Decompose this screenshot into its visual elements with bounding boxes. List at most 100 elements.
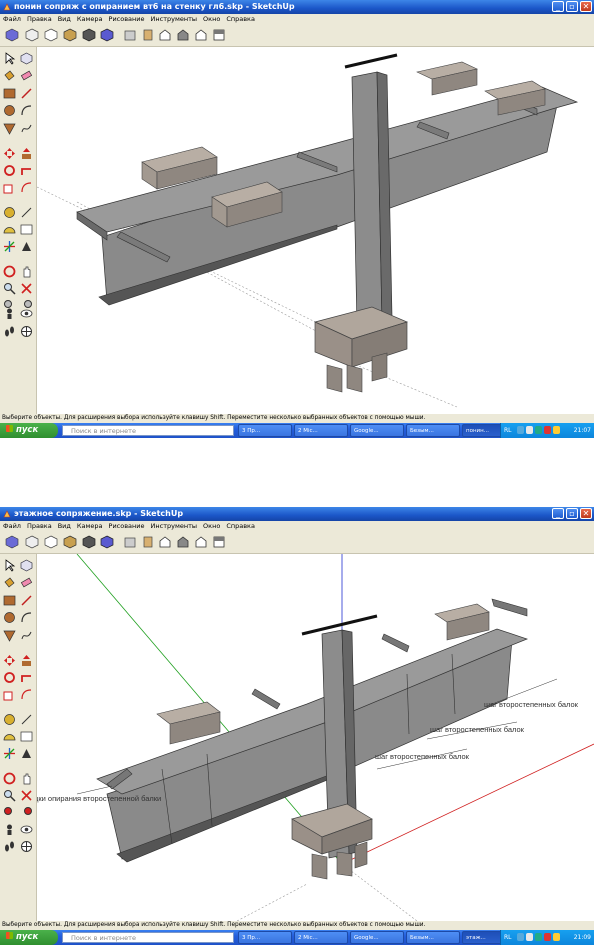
task-button[interactable]: Безым...	[406, 931, 460, 944]
walk-icon[interactable]	[3, 325, 16, 338]
arc-icon[interactable]	[20, 104, 33, 117]
protractor-icon[interactable]	[3, 223, 16, 236]
zoom-icon[interactable]	[3, 789, 16, 802]
close-button[interactable]: ✕	[580, 1, 592, 12]
circle-icon[interactable]	[3, 104, 16, 117]
arc-icon[interactable]	[20, 611, 33, 624]
menu-help[interactable]: Справка	[226, 521, 255, 532]
polygon-icon[interactable]	[3, 122, 16, 135]
freehand-icon[interactable]	[20, 122, 33, 135]
pan-icon[interactable]	[20, 772, 33, 785]
menu-view[interactable]: Вид	[58, 521, 71, 532]
component-icon[interactable]	[20, 559, 33, 572]
polygon-icon[interactable]	[3, 629, 16, 642]
section-plane-icon[interactable]	[20, 840, 33, 853]
offset-icon[interactable]	[20, 181, 33, 194]
support-label[interactable]: дки опирания второстепенной балки	[37, 794, 161, 803]
dimension-label[interactable]: шаг второстепенных балок	[430, 725, 525, 734]
right-view-icon[interactable]	[63, 535, 77, 549]
orbit-icon[interactable]	[3, 265, 16, 278]
model-drawing[interactable]	[37, 47, 594, 414]
section-plane-icon[interactable]	[20, 325, 33, 338]
tray-icon[interactable]	[526, 933, 533, 941]
xray-icon[interactable]	[123, 28, 137, 42]
warning-icon[interactable]	[553, 426, 560, 434]
menu-view[interactable]: Вид	[58, 14, 71, 25]
menu-window[interactable]: Окно	[203, 14, 220, 25]
model-viewport[interactable]: шаг второстепенных балок шаг второстепен…	[37, 554, 594, 921]
tray-icon[interactable]	[544, 933, 551, 941]
pan-icon[interactable]	[20, 265, 33, 278]
zoom-window-icon[interactable]	[20, 789, 33, 802]
minimize-button[interactable]: _	[552, 508, 564, 519]
protractor-icon[interactable]	[3, 730, 16, 743]
tray-icon[interactable]	[544, 426, 551, 434]
dimension-icon[interactable]	[20, 713, 33, 726]
rotate-icon[interactable]	[3, 671, 16, 684]
hidden-line-icon[interactable]	[158, 28, 172, 42]
language-indicator[interactable]: RL	[504, 423, 512, 438]
monochrome-icon[interactable]	[212, 28, 226, 42]
rectangle-icon[interactable]	[3, 594, 16, 607]
menu-camera[interactable]: Камера	[77, 14, 103, 25]
task-button[interactable]: 3 Пр...	[238, 424, 292, 437]
tray-icon[interactable]	[517, 933, 524, 941]
axes-icon[interactable]	[3, 747, 16, 760]
walk-icon[interactable]	[3, 840, 16, 853]
zoom-icon[interactable]	[3, 282, 16, 295]
dimension-label[interactable]: шаг второстепенных балок	[375, 752, 470, 761]
component-icon[interactable]	[20, 52, 33, 65]
textured-icon[interactable]	[194, 28, 208, 42]
menu-window[interactable]: Окно	[203, 521, 220, 532]
position-camera-icon[interactable]	[3, 307, 16, 320]
offset-icon[interactable]	[20, 688, 33, 701]
dimension-label[interactable]: шаг второстепенных балок	[484, 700, 579, 709]
menu-help[interactable]: Справка	[226, 14, 255, 25]
scale-icon[interactable]	[3, 688, 16, 701]
follow-me-icon[interactable]	[20, 671, 33, 684]
line-icon[interactable]	[20, 87, 33, 100]
front-view-icon[interactable]	[44, 535, 58, 549]
shaded-icon[interactable]	[176, 28, 190, 42]
menu-file[interactable]: Файл	[3, 14, 21, 25]
select-icon[interactable]	[3, 52, 16, 65]
menu-tools[interactable]: Инструменты	[151, 521, 198, 532]
start-button[interactable]: пуск	[0, 930, 58, 945]
back-view-icon[interactable]	[82, 28, 96, 42]
freehand-icon[interactable]	[20, 629, 33, 642]
menu-file[interactable]: Файл	[3, 521, 21, 532]
push-pull-icon[interactable]	[20, 147, 33, 160]
dimension-icon[interactable]	[20, 206, 33, 219]
iso-view-icon[interactable]	[5, 28, 19, 42]
wireframe-icon[interactable]	[141, 535, 155, 549]
menu-edit[interactable]: Правка	[27, 521, 52, 532]
tray-icon[interactable]	[526, 426, 533, 434]
maximize-button[interactable]: ▫	[566, 1, 578, 12]
paint-bucket-icon[interactable]	[3, 69, 16, 82]
task-button[interactable]: Безым...	[406, 424, 460, 437]
tape-measure-icon[interactable]	[3, 713, 16, 726]
left-view-icon[interactable]	[100, 535, 114, 549]
search-input[interactable]: Поиск в интернете	[62, 932, 234, 943]
move-icon[interactable]	[3, 147, 16, 160]
circle-icon[interactable]	[3, 611, 16, 624]
task-button[interactable]: 2 Mic...	[294, 931, 348, 944]
menu-camera[interactable]: Камера	[77, 521, 103, 532]
menu-draw[interactable]: Рисование	[109, 521, 145, 532]
text-icon[interactable]	[20, 730, 33, 743]
language-indicator[interactable]: RL	[504, 930, 512, 945]
task-button[interactable]: 2 Mic...	[294, 424, 348, 437]
task-button[interactable]: 3 Пр...	[238, 931, 292, 944]
maximize-button[interactable]: ▫	[566, 508, 578, 519]
search-input[interactable]: Поиск в интернете	[62, 425, 234, 436]
tray-icon[interactable]	[535, 933, 542, 941]
eraser-icon[interactable]	[20, 576, 33, 589]
move-icon[interactable]	[3, 654, 16, 667]
top-view-icon[interactable]	[25, 535, 39, 549]
menu-edit[interactable]: Правка	[27, 14, 52, 25]
position-camera-icon[interactable]	[3, 823, 16, 836]
task-button[interactable]: Google...	[350, 931, 404, 944]
left-view-icon[interactable]	[100, 28, 114, 42]
wireframe-icon[interactable]	[141, 28, 155, 42]
rectangle-icon[interactable]	[3, 87, 16, 100]
